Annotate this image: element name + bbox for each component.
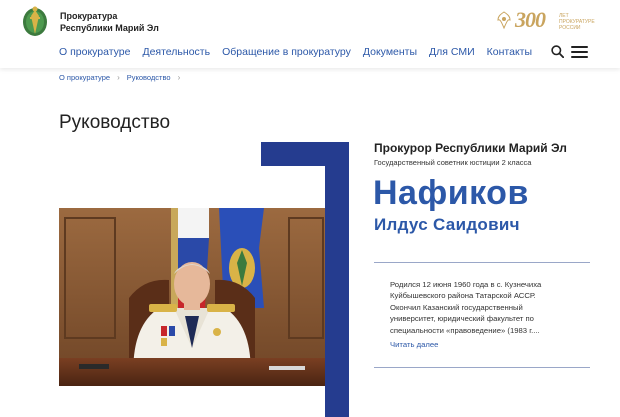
anniversary-logo[interactable]: 300 лет прокуратуре России bbox=[497, 7, 595, 32]
bio-divider-top bbox=[374, 262, 590, 263]
bio-text: Родился 12 июня 1960 года в с. Кузнечиха… bbox=[390, 280, 542, 335]
position-title: Прокурор Республики Марий Эл bbox=[374, 141, 567, 155]
hamburger-menu-icon[interactable] bbox=[571, 46, 588, 58]
official-surname: Нафиков bbox=[373, 174, 529, 212]
org-name-line2: Республики Марий Эл bbox=[60, 23, 159, 33]
official-portrait-photo bbox=[59, 208, 325, 386]
eagle-icon bbox=[497, 11, 511, 30]
prosecutor-emblem-icon[interactable] bbox=[20, 4, 50, 38]
nav-item-about[interactable]: О прокуратуре bbox=[59, 46, 130, 58]
nav-item-documents[interactable]: Документы bbox=[363, 46, 417, 58]
anniversary-label: лет прокуратуре России bbox=[559, 13, 595, 31]
nav-item-activity[interactable]: Деятельность bbox=[142, 46, 210, 58]
nav-item-contacts[interactable]: Контакты bbox=[487, 46, 532, 58]
org-name[interactable]: Прокуратура Республики Марий Эл bbox=[60, 10, 180, 34]
read-more-link[interactable]: Читать далее bbox=[390, 340, 438, 349]
main-nav: О прокуратуре Деятельность Обращение в п… bbox=[59, 46, 544, 58]
site-header: Прокуратура Республики Марий Эл 300 лет … bbox=[0, 0, 620, 68]
org-name-line1: Прокуратура bbox=[60, 11, 118, 21]
decorative-frame-side bbox=[325, 142, 349, 417]
nav-item-media[interactable]: Для СМИ bbox=[429, 46, 475, 58]
nav-item-appeal[interactable]: Обращение в прокуратуру bbox=[222, 46, 351, 58]
bio-divider-bottom bbox=[374, 367, 590, 368]
anniversary-number: 300 bbox=[515, 7, 546, 32]
breadcrumb-separator: › bbox=[177, 73, 181, 82]
page-title: Руководство bbox=[59, 112, 171, 133]
breadcrumb: О прокуратуре › Руководство › bbox=[59, 73, 187, 82]
breadcrumb-separator: › bbox=[117, 73, 120, 82]
official-given-names: Илдус Саидович bbox=[374, 215, 520, 234]
rank-title: Государственный советник юстиции 2 класс… bbox=[374, 158, 532, 167]
breadcrumb-item-leadership[interactable]: Руководство bbox=[127, 73, 171, 82]
breadcrumb-item-about[interactable]: О прокуратуре bbox=[59, 73, 110, 82]
search-icon[interactable] bbox=[551, 45, 565, 59]
